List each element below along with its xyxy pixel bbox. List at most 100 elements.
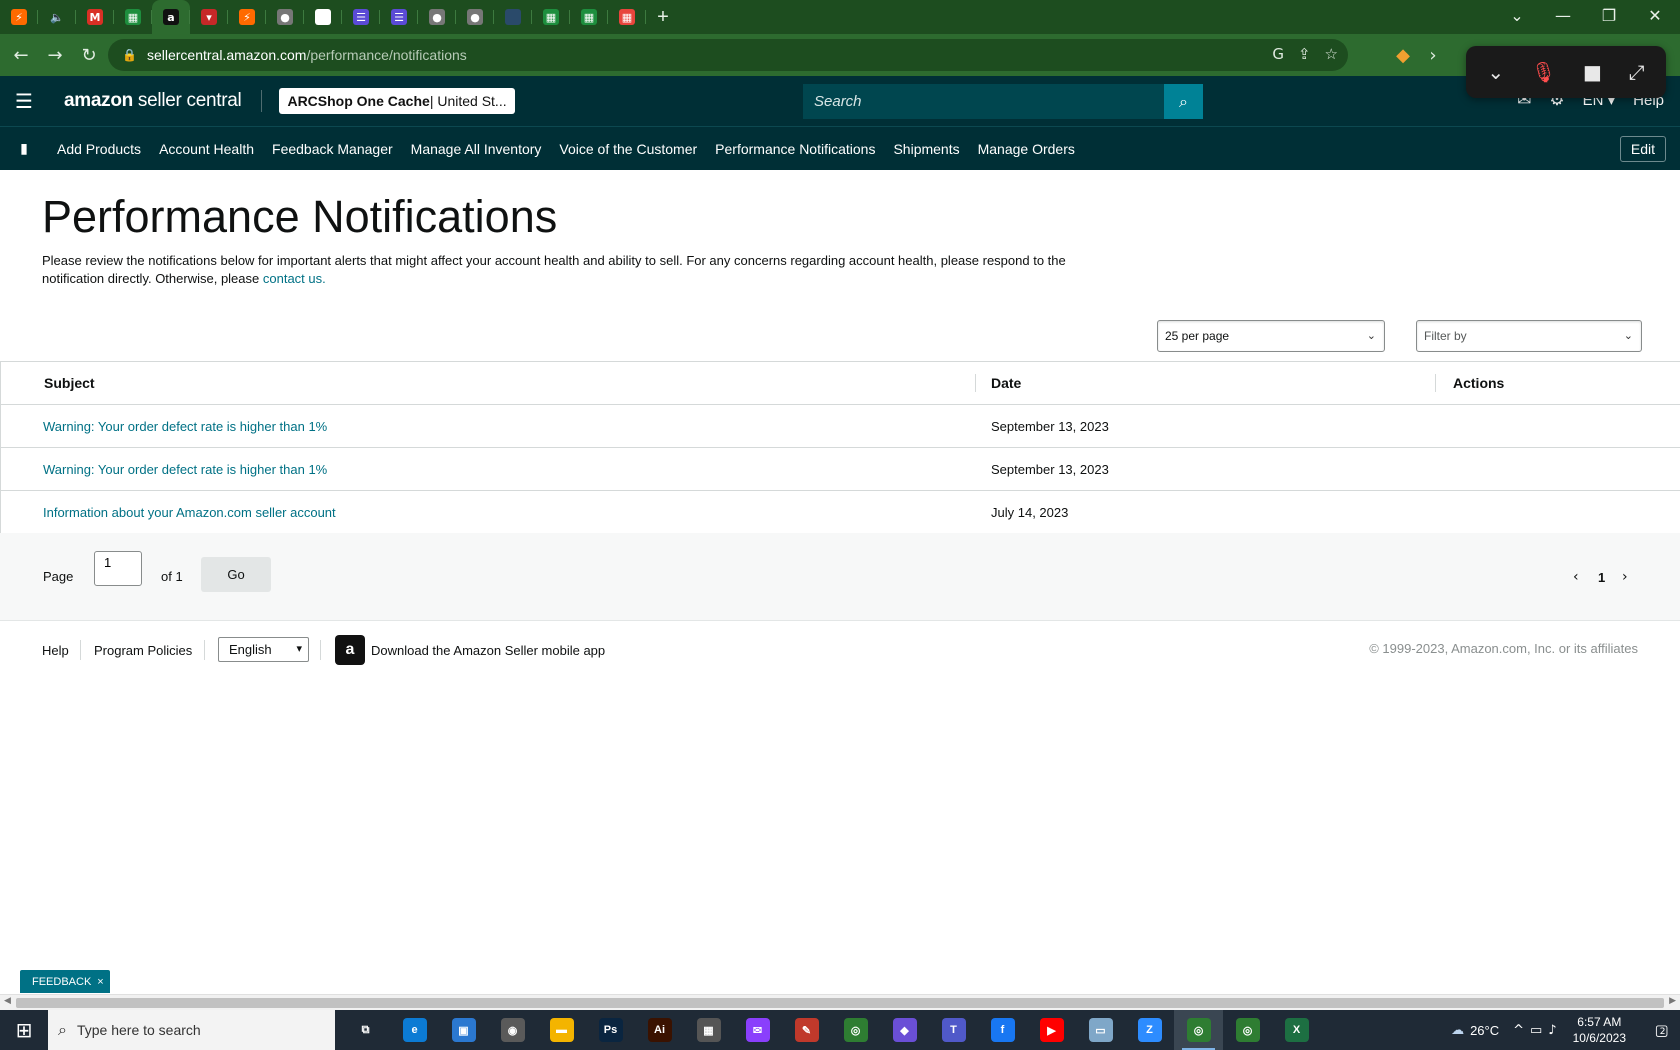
browser-tab[interactable]: ● bbox=[456, 0, 494, 34]
seller-central-logo[interactable]: amazon seller central bbox=[64, 90, 242, 112]
feedback-tab[interactable]: FEEDBACK × bbox=[20, 970, 110, 993]
browser-tab[interactable] bbox=[494, 0, 532, 34]
browser-tab[interactable]: ▦ bbox=[114, 0, 152, 34]
store-picker[interactable]: ARCShop One Cache | United St... bbox=[279, 88, 515, 114]
close-window-icon[interactable]: ✕ bbox=[1632, 0, 1678, 30]
bookmark-icon[interactable]: ▮ bbox=[0, 141, 48, 157]
nav-link-manage-orders[interactable]: Manage Orders bbox=[978, 141, 1075, 157]
amazon-app-icon[interactable]: a bbox=[335, 635, 365, 665]
browser-tab[interactable]: ● bbox=[266, 0, 304, 34]
browser-tab[interactable]: a bbox=[152, 0, 190, 34]
reload-icon[interactable]: ↻ bbox=[72, 38, 106, 72]
taskbar-app[interactable]: ▶ bbox=[1027, 1010, 1076, 1050]
go-button[interactable]: Go bbox=[201, 557, 271, 592]
footer-language-select[interactable]: English ▾ bbox=[218, 637, 309, 662]
minimize-icon[interactable]: — bbox=[1540, 0, 1586, 30]
taskbar-app[interactable]: ◎ bbox=[1174, 1010, 1223, 1050]
nav-link-shipments[interactable]: Shipments bbox=[893, 141, 959, 157]
column-date[interactable]: Date bbox=[991, 375, 1021, 391]
browser-tab[interactable]: M bbox=[76, 0, 114, 34]
page-number-input[interactable] bbox=[94, 551, 142, 586]
browser-tab[interactable]: ▤ bbox=[304, 0, 342, 34]
browser-tab[interactable]: ⚡ bbox=[228, 0, 266, 34]
taskbar-app[interactable]: ▭ bbox=[1076, 1010, 1125, 1050]
nav-link-voice-of-the-customer[interactable]: Voice of the Customer bbox=[559, 141, 697, 157]
taskbar-app[interactable]: Ps bbox=[586, 1010, 635, 1050]
column-subject[interactable]: Subject bbox=[44, 375, 95, 391]
taskbar-app[interactable]: T bbox=[929, 1010, 978, 1050]
bookmark-star-icon[interactable]: ☆ bbox=[1325, 45, 1338, 63]
current-page[interactable]: 1 bbox=[1598, 570, 1605, 585]
forward-icon[interactable]: → bbox=[38, 38, 72, 72]
taskbar-app[interactable]: X bbox=[1272, 1010, 1321, 1050]
browser-tab[interactable]: ☰ bbox=[380, 0, 418, 34]
nav-link-performance-notifications[interactable]: Performance Notifications bbox=[715, 141, 875, 157]
footer-help-link[interactable]: Help bbox=[42, 643, 69, 658]
nav-link-account-health[interactable]: Account Health bbox=[159, 141, 254, 157]
tab-search-icon[interactable]: ⌄ bbox=[1494, 0, 1540, 30]
restore-icon[interactable]: ❐ bbox=[1586, 0, 1632, 30]
search-icon[interactable]: ⌕ bbox=[1164, 84, 1203, 119]
taskbar-app[interactable]: ▦ bbox=[684, 1010, 733, 1050]
horizontal-scrollbar[interactable]: ◀ ▶ bbox=[0, 994, 1680, 1010]
camera-icon[interactable]: ■ bbox=[1583, 60, 1602, 84]
browser-tab[interactable]: 🔈 bbox=[38, 0, 76, 34]
filter-select[interactable]: Filter by ⌄ bbox=[1416, 320, 1642, 352]
taskbar-app[interactable]: Z bbox=[1125, 1010, 1174, 1050]
address-bar[interactable]: 🔒 sellercentral.amazon.com/performance/n… bbox=[108, 39, 1348, 71]
notifications-icon[interactable]: ▢ 2 bbox=[1640, 1021, 1680, 1039]
taskbar-app[interactable]: f bbox=[978, 1010, 1027, 1050]
taskbar-app[interactable]: Ai bbox=[635, 1010, 684, 1050]
browser-tab[interactable]: ☰ bbox=[342, 0, 380, 34]
chevron-down-icon[interactable]: ⌄ bbox=[1487, 60, 1504, 84]
extension-icon[interactable]: ◆ bbox=[1386, 38, 1420, 72]
mic-muted-icon[interactable]: 🎙 bbox=[1531, 60, 1556, 84]
edit-button[interactable]: Edit bbox=[1619, 136, 1666, 162]
nav-link-feedback-manager[interactable]: Feedback Manager bbox=[272, 141, 393, 157]
menu-icon[interactable]: ☰ bbox=[0, 89, 48, 113]
weather-widget[interactable]: ☁ 26°C bbox=[1451, 1023, 1499, 1038]
new-tab-button[interactable]: + bbox=[646, 0, 680, 34]
taskbar-app[interactable]: ◉ bbox=[488, 1010, 537, 1050]
close-icon[interactable]: × bbox=[97, 976, 103, 988]
per-page-select[interactable]: 25 per page ⌄ bbox=[1157, 320, 1385, 352]
search-input[interactable] bbox=[803, 84, 1164, 119]
notification-subject-link[interactable]: Warning: Your order defect rate is highe… bbox=[43, 419, 327, 434]
contact-us-link[interactable]: contact us. bbox=[263, 271, 326, 286]
program-policies-link[interactable]: Program Policies bbox=[94, 643, 192, 658]
browser-tab[interactable]: ▾ bbox=[190, 0, 228, 34]
browser-tab[interactable]: ⚡ bbox=[0, 0, 38, 34]
taskbar-app[interactable]: e bbox=[390, 1010, 439, 1050]
taskbar-app[interactable]: ▬ bbox=[537, 1010, 586, 1050]
share-icon[interactable]: ⇪ bbox=[1298, 45, 1311, 63]
taskbar-app[interactable]: ◎ bbox=[831, 1010, 880, 1050]
scroll-left-icon[interactable]: ◀ bbox=[4, 996, 11, 1006]
google-icon[interactable]: G bbox=[1272, 45, 1284, 63]
scroll-right-icon[interactable]: ▶ bbox=[1669, 996, 1676, 1006]
browser-tab[interactable]: ▦ bbox=[570, 0, 608, 34]
notification-subject-link[interactable]: Warning: Your order defect rate is highe… bbox=[43, 462, 327, 477]
nav-link-add-products[interactable]: Add Products bbox=[57, 141, 141, 157]
chevron-right-icon[interactable]: › bbox=[1622, 569, 1628, 585]
extension-icon[interactable]: › bbox=[1416, 38, 1450, 72]
windows-start-icon[interactable]: ⊞ bbox=[0, 1010, 48, 1050]
taskbar-app[interactable]: ◆ bbox=[880, 1010, 929, 1050]
nav-link-manage-all-inventory[interactable]: Manage All Inventory bbox=[411, 141, 542, 157]
taskbar-search[interactable]: ⌕ Type here to search bbox=[48, 1010, 335, 1050]
notification-subject-link[interactable]: Information about your Amazon.com seller… bbox=[43, 505, 336, 520]
taskbar-app[interactable]: ◎ bbox=[1223, 1010, 1272, 1050]
tray-icons[interactable]: ^▭♪ bbox=[1513, 1023, 1562, 1038]
browser-tab[interactable]: ▦ bbox=[532, 0, 570, 34]
taskbar-app[interactable]: ✉ bbox=[733, 1010, 782, 1050]
browser-tab[interactable]: ▦ bbox=[608, 0, 646, 34]
taskbar-app[interactable]: ▣ bbox=[439, 1010, 488, 1050]
back-icon[interactable]: ← bbox=[4, 38, 38, 72]
download-app-link[interactable]: Download the Amazon Seller mobile app bbox=[371, 643, 605, 658]
clock[interactable]: 6:57 AM 10/6/2023 bbox=[1573, 1014, 1626, 1046]
scrollbar-thumb[interactable] bbox=[16, 998, 1664, 1008]
chevron-left-icon[interactable]: ‹ bbox=[1573, 569, 1579, 585]
browser-tab[interactable]: ● bbox=[418, 0, 456, 34]
share-screen-icon[interactable]: ⤢ bbox=[1629, 60, 1645, 84]
taskbar-app[interactable]: ✎ bbox=[782, 1010, 831, 1050]
taskbar-app[interactable]: ⧉ bbox=[341, 1010, 390, 1050]
